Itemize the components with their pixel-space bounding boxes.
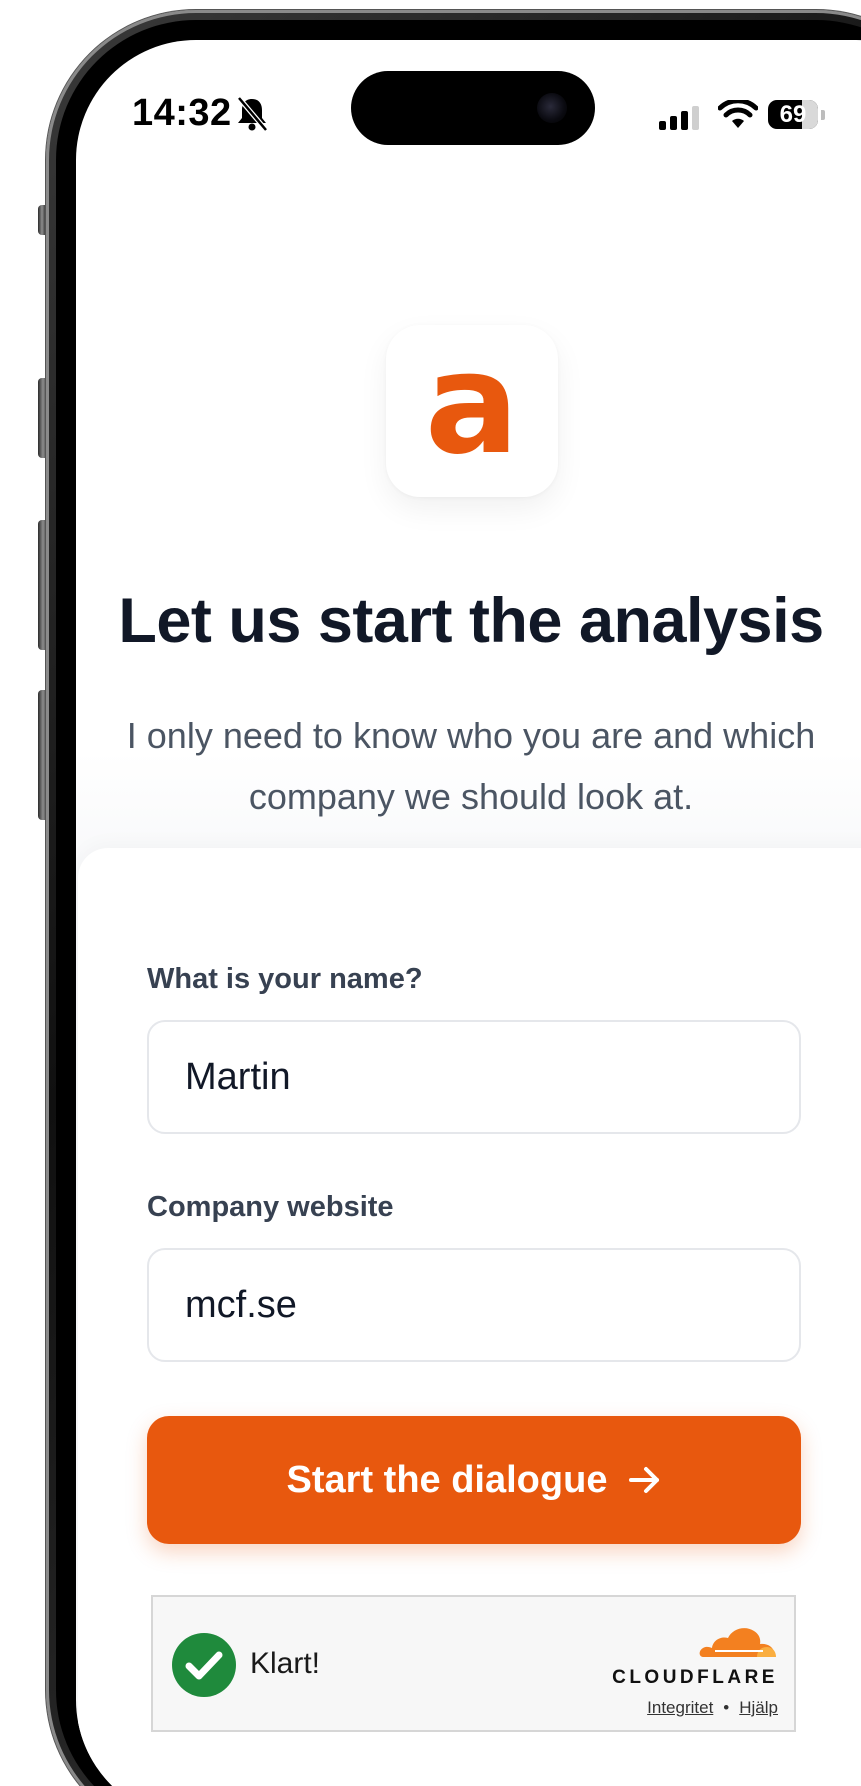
verification-status: Klart!	[250, 1647, 321, 1680]
battery-level: 69	[779, 101, 807, 128]
help-link[interactable]: Hjälp	[739, 1698, 778, 1718]
signup-form-card: What is your name? Company website Start…	[78, 848, 861, 1786]
start-dialogue-label: Start the dialogue	[286, 1458, 608, 1501]
cloudflare-turnstile-widget[interactable]: Klart! CLOUDFLARE Integritet • Hjälp	[151, 1595, 796, 1732]
battery-tip	[821, 110, 825, 120]
company-website-input[interactable]	[147, 1248, 801, 1362]
privacy-link[interactable]: Integritet	[647, 1698, 713, 1718]
link-separator: •	[723, 1698, 730, 1717]
success-check-icon	[172, 1633, 236, 1697]
cloudflare-links: Integritet • Hjälp	[647, 1698, 778, 1718]
status-time: 14:32	[132, 92, 232, 134]
website-field-label: Company website	[147, 1191, 394, 1223]
phone-mockup: 14:32 69 a Let us start the analysis I o…	[0, 0, 861, 1786]
cloudflare-wordmark: CLOUDFLARE	[612, 1667, 778, 1688]
wifi-icon	[718, 100, 758, 128]
logo-letter: a	[424, 323, 520, 486]
bell-slash-icon	[237, 96, 268, 132]
cloudflare-cloud-icon	[699, 1628, 776, 1657]
page-subtitle: I only need to know who you are and whic…	[126, 715, 816, 817]
action-button	[38, 205, 46, 235]
dynamic-island	[351, 71, 595, 145]
name-field-label: What is your name?	[147, 963, 423, 995]
battery-icon: 69	[768, 100, 818, 129]
page-title: Let us start the analysis	[118, 586, 824, 656]
signal-icon	[659, 106, 699, 130]
phone-screen: 14:32 69 a Let us start the analysis I o…	[76, 40, 861, 1786]
start-dialogue-button[interactable]: Start the dialogue	[147, 1416, 801, 1544]
name-input[interactable]	[147, 1020, 801, 1134]
front-camera-icon	[537, 93, 567, 123]
arrow-right-icon	[629, 1467, 660, 1493]
app-logo: a	[386, 325, 558, 497]
